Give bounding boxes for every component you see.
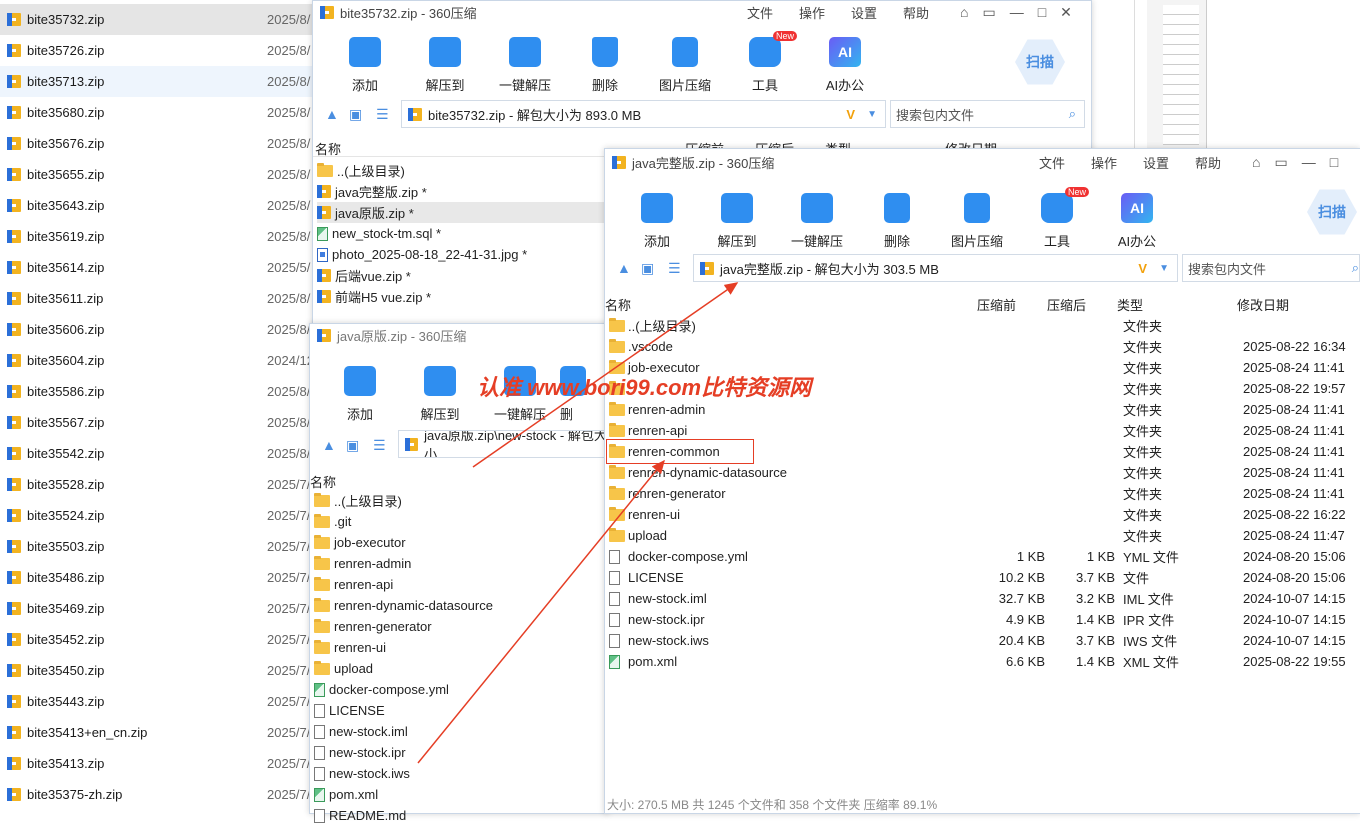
arrow-to-renren-common [417, 459, 665, 764]
annotation-arrows [417, 282, 739, 764]
watermark-text: 认准 www.bori99.com比特资源网 [477, 375, 812, 400]
